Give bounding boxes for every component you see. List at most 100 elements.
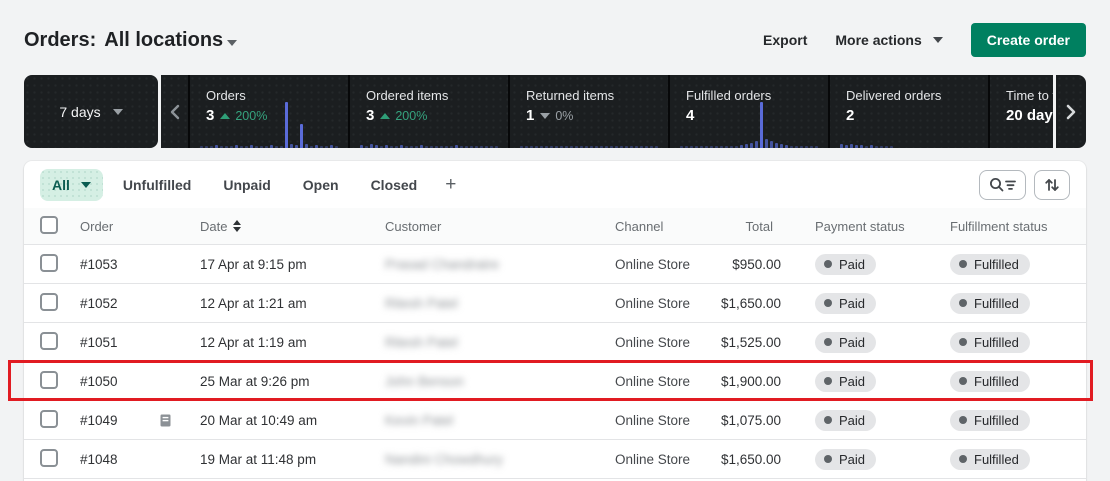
- filter-tab[interactable]: Unfulfilled: [111, 169, 203, 201]
- payment-status-badge: Paid: [815, 410, 876, 431]
- search-filter-button[interactable]: [979, 170, 1026, 200]
- stat-delta: 200%: [220, 109, 267, 123]
- order-channel: Online Store: [615, 452, 705, 467]
- table-actions: [979, 170, 1070, 200]
- chevron-down-icon: [227, 40, 237, 46]
- more-actions-label: More actions: [835, 32, 921, 48]
- order-row[interactable]: #1052 12 Apr at 1:21 am Ritesh Patel Onl…: [24, 284, 1086, 323]
- row-checkbox[interactable]: [40, 410, 58, 428]
- order-customer: Prasad Chandratre: [385, 257, 499, 272]
- column-header-channel: Channel: [615, 219, 705, 234]
- page-title-prefix: Orders:: [24, 29, 96, 52]
- select-all-checkbox[interactable]: [40, 216, 58, 234]
- row-checkbox[interactable]: [40, 254, 58, 272]
- order-row[interactable]: #1053 17 Apr at 9:15 pm Prasad Chandratr…: [24, 245, 1086, 284]
- payment-status-badge: Paid: [815, 293, 876, 314]
- order-total: $1,075.00: [705, 413, 781, 428]
- sort-arrows-icon: [1044, 177, 1060, 193]
- order-date: 12 Apr at 1:21 am: [200, 296, 385, 311]
- order-date: 25 Mar at 9:26 pm: [200, 374, 385, 389]
- order-customer: Kevin Patel: [385, 413, 453, 428]
- status-dot-icon: [824, 377, 832, 385]
- stat-card[interactable]: Delivered orders 2: [828, 75, 988, 148]
- fulfillment-status-label: Fulfilled: [974, 413, 1019, 428]
- stat-label: Orders: [206, 88, 348, 103]
- filter-tab-label: Closed: [371, 177, 418, 193]
- stat-card[interactable]: Ordered items 3 200%: [348, 75, 508, 148]
- add-view-button[interactable]: +: [437, 170, 464, 200]
- page-title: Orders: All locations: [24, 29, 237, 52]
- date-range-selector[interactable]: 7 days: [24, 75, 158, 148]
- order-row[interactable]: #1048 19 Mar at 11:48 pm Nandini Chowdhu…: [24, 440, 1086, 479]
- fulfillment-status-badge: Fulfilled: [950, 410, 1030, 431]
- order-channel: Online Store: [615, 257, 705, 272]
- order-customer: John Benson: [385, 374, 464, 389]
- fulfillment-status-label: Fulfilled: [974, 374, 1019, 389]
- stat-value: 2: [846, 107, 854, 124]
- order-date: 17 Apr at 9:15 pm: [200, 257, 385, 272]
- row-checkbox[interactable]: [40, 449, 58, 467]
- fulfillment-status-badge: Fulfilled: [950, 254, 1030, 275]
- order-total: $1,525.00: [705, 335, 781, 350]
- payment-status-label: Paid: [839, 335, 865, 350]
- order-channel: Online Store: [615, 335, 705, 350]
- stat-label: Fulfilled orders: [686, 88, 828, 103]
- stat-value: 20 days: [1006, 107, 1053, 124]
- row-checkbox[interactable]: [40, 332, 58, 350]
- payment-status-badge: Paid: [815, 371, 876, 392]
- stat-value: 1: [526, 107, 534, 124]
- filter-tab[interactable]: All: [40, 169, 103, 201]
- stat-label: Delivered orders: [846, 88, 988, 103]
- chevron-down-icon: [81, 182, 91, 188]
- date-range-label: 7 days: [59, 104, 100, 120]
- order-row[interactable]: #1051 12 Apr at 1:19 am Ritesh Patel Onl…: [24, 323, 1086, 362]
- order-row[interactable]: #1049 20 Mar at 10:49 am Kevin Patel Onl…: [24, 401, 1086, 440]
- stat-card[interactable]: Fulfilled orders 4: [668, 75, 828, 148]
- stat-card[interactable]: Returned items 1 0%: [508, 75, 668, 148]
- sort-button[interactable]: [1034, 170, 1070, 200]
- stat-value: 3: [206, 107, 214, 124]
- row-checkbox[interactable]: [40, 293, 58, 311]
- filter-tab-label: Open: [303, 177, 339, 193]
- status-dot-icon: [959, 299, 967, 307]
- order-total: $950.00: [705, 257, 781, 272]
- status-dot-icon: [824, 260, 832, 268]
- create-order-button[interactable]: Create order: [971, 23, 1086, 57]
- order-total: $1,650.00: [705, 452, 781, 467]
- order-customer: Ritesh Patel: [385, 296, 458, 311]
- fulfillment-status-label: Fulfilled: [974, 257, 1019, 272]
- more-actions-button[interactable]: More actions: [835, 32, 942, 48]
- filter-tab[interactable]: Unpaid: [211, 169, 282, 201]
- stat-cards: Orders 3 200% Ordered items 3 200% Retur…: [188, 75, 1053, 148]
- location-selector[interactable]: All locations: [104, 29, 237, 52]
- stat-delta-value: 200%: [395, 109, 427, 123]
- stat-card[interactable]: Orders 3 200%: [188, 75, 348, 148]
- order-number: #1050: [80, 374, 118, 389]
- order-row[interactable]: #1050 25 Mar at 9:26 pm John Benson Onli…: [24, 362, 1086, 401]
- order-date: 19 Mar at 11:48 pm: [200, 452, 385, 467]
- order-number: #1049: [80, 413, 118, 428]
- export-button[interactable]: Export: [763, 32, 807, 48]
- table-body: #1053 17 Apr at 9:15 pm Prasad Chandratr…: [24, 245, 1086, 479]
- header-actions: Export More actions Create order: [763, 23, 1086, 57]
- status-dot-icon: [959, 260, 967, 268]
- note-icon: [160, 414, 171, 427]
- row-checkbox[interactable]: [40, 371, 58, 389]
- order-number: #1051: [80, 335, 118, 350]
- order-number: #1048: [80, 452, 118, 467]
- filter-tab[interactable]: Closed: [359, 169, 430, 201]
- column-header-payment-status: Payment status: [781, 219, 950, 234]
- stats-scroll-right-button[interactable]: [1056, 75, 1086, 148]
- analytics-bar: 7 days Orders 3 200% Ordered items 3 200…: [24, 75, 1086, 148]
- filter-tab[interactable]: Open: [291, 169, 351, 201]
- chevron-down-icon: [113, 109, 123, 115]
- stats-scroll-left-button[interactable]: [161, 75, 188, 148]
- fulfillment-status-label: Fulfilled: [974, 335, 1019, 350]
- filter-tabs: All Unfulfilled Unpaid Open Closed +: [24, 161, 1086, 208]
- table-header-row: Order Date Customer Channel Total Paymen…: [24, 208, 1086, 245]
- fulfillment-status-label: Fulfilled: [974, 296, 1019, 311]
- payment-status-label: Paid: [839, 374, 865, 389]
- column-header-date[interactable]: Date: [200, 219, 385, 234]
- stat-card[interactable]: Time to fulfill 20 days: [988, 75, 1053, 148]
- payment-status-label: Paid: [839, 413, 865, 428]
